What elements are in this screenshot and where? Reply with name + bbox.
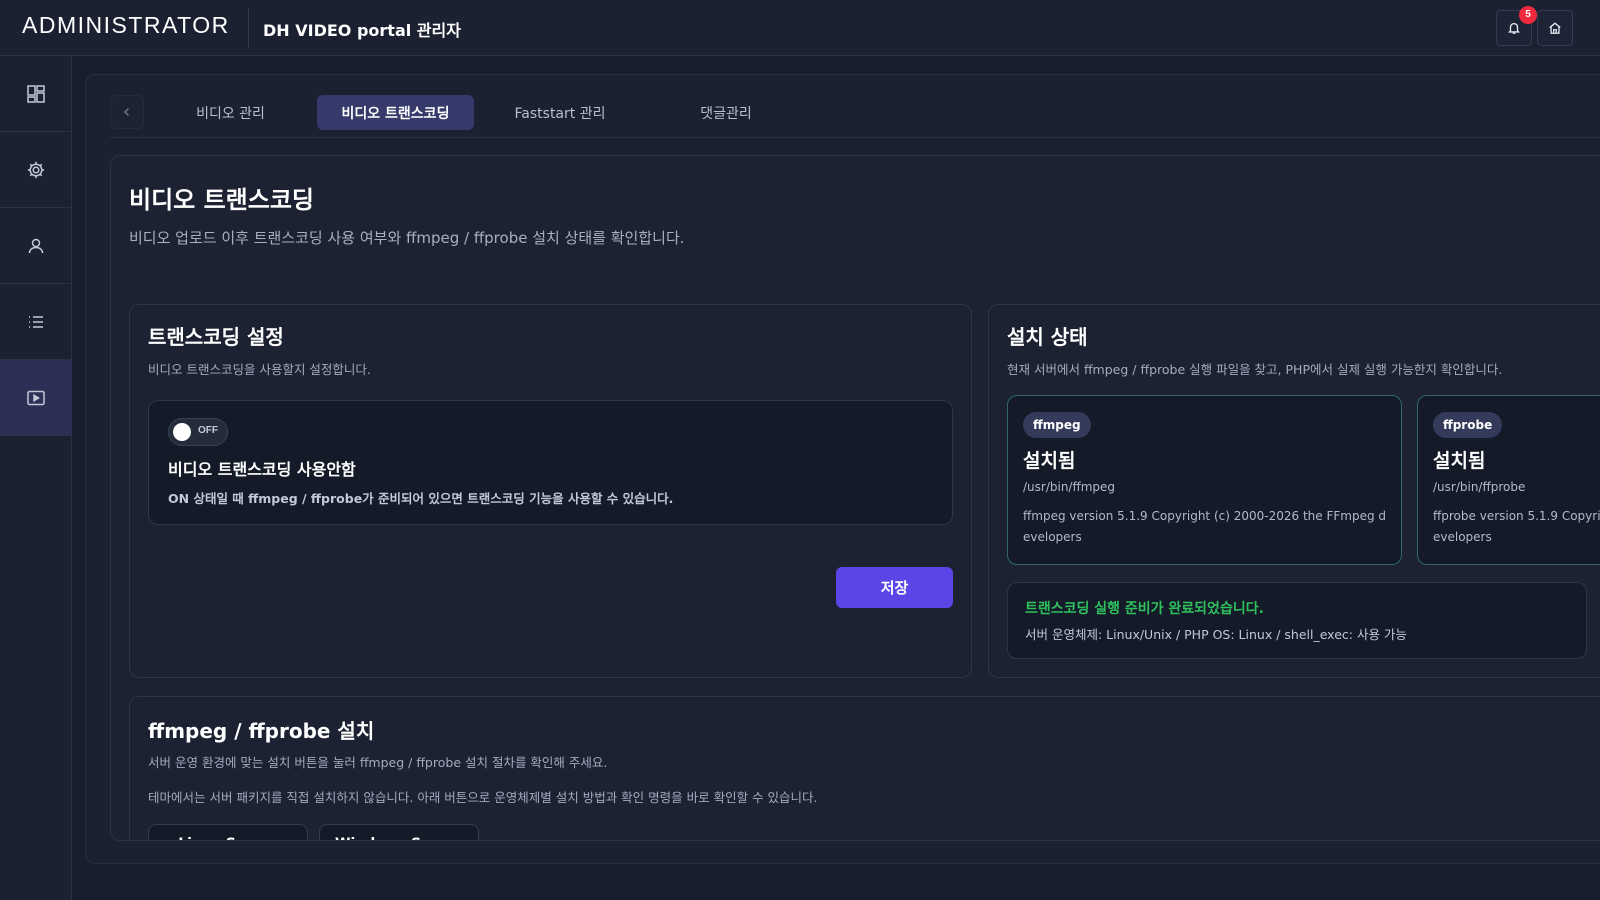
topbar-divider (248, 8, 249, 48)
ready-title: 트랜스코딩 실행 준비가 완료되었습니다. (1025, 601, 1264, 617)
settings-title: 트랜스코딩 설정 (148, 325, 284, 349)
status-title: 설치 상태 (1007, 325, 1088, 349)
toggle-description: ON 상태일 때 ffmpeg / ffprobe가 준비되어 있으면 트랜스코… (168, 491, 674, 506)
bell-icon (1508, 22, 1520, 34)
toggle-title: 비디오 트랜스코딩 사용안함 (168, 460, 356, 479)
page-description: 비디오 업로드 이후 트랜스코딩 사용 여부와 ffmpeg / ffprobe… (129, 229, 685, 247)
list-icon (29, 315, 43, 328)
windows-install-button[interactable]: Windows Server (319, 824, 479, 840)
install-note: 테마에서는 서버 패키지를 직접 설치하지 않습니다. 아래 버튼으로 운영체제… (148, 790, 818, 805)
tool-version: ffprobe version 5.1.9 Copyright (c) 2000… (1433, 509, 1600, 544)
tab-comments[interactable]: 댓글관리 (686, 95, 766, 130)
chevron-left-icon (123, 107, 130, 117)
ffprobe-status-card: ffprobe 설치됨 /usr/bin/ffprobe ffprobe ver… (1417, 395, 1600, 565)
install-description: 서버 운영 환경에 맞는 설치 버튼을 눌러 ffmpeg / ffprobe … (148, 755, 608, 770)
install-status-card: 설치 상태 현재 서버에서 ffmpeg / ffprobe 실행 파일을 찾고… (988, 304, 1600, 678)
status-subtitle: 현재 서버에서 ffmpeg / ffprobe 실행 파일을 찾고, PHP에… (1007, 362, 1503, 377)
sidebar-item-settings[interactable] (0, 132, 72, 208)
sidebar-item-list[interactable] (0, 284, 72, 360)
transcoding-settings-card: 트랜스코딩 설정 비디오 트랜스코딩을 사용할지 설정합니다. OFF 비디오 … (129, 304, 972, 678)
sidebar (0, 56, 72, 900)
toggle-box: OFF 비디오 트랜스코딩 사용안함 ON 상태일 때 ffmpeg / ffp… (148, 400, 953, 525)
tool-path: /usr/bin/ffmpeg (1023, 480, 1116, 494)
tool-pill: ffmpeg (1023, 412, 1091, 438)
gear-icon (27, 161, 45, 178)
save-button[interactable]: 저장 (836, 567, 953, 608)
ready-status-box: 트랜스코딩 실행 준비가 완료되었습니다. 서버 운영체제: Linux/Uni… (1007, 582, 1587, 659)
tool-state: 설치됨 (1023, 450, 1076, 472)
install-title: ffmpeg / ffprobe 설치 (148, 719, 375, 743)
content-box: 비디오 트랜스코딩 비디오 업로드 이후 트랜스코딩 사용 여부와 ffmpeg… (110, 155, 1600, 841)
toggle-state-label: OFF (198, 425, 218, 436)
home-button[interactable] (1537, 10, 1573, 46)
settings-subtitle: 비디오 트랜스코딩을 사용할지 설정합니다. (148, 362, 371, 377)
tab-divider (110, 137, 1600, 138)
install-card: ffmpeg / ffprobe 설치 서버 운영 환경에 맞는 설치 버튼을 … (129, 696, 1600, 840)
ready-description: 서버 운영체제: Linux/Unix / PHP OS: Linux / sh… (1025, 627, 1407, 642)
video-icon (27, 390, 45, 405)
sidebar-item-video[interactable] (0, 360, 72, 436)
sidebar-item-dashboard[interactable] (0, 56, 72, 132)
tool-version: ffmpeg version 5.1.9 Copyright (c) 2000-… (1023, 509, 1386, 544)
tool-state: 설치됨 (1433, 450, 1486, 472)
tab-video-manage[interactable]: 비디오 관리 (178, 95, 283, 130)
portal-title: DH VIDEO portal 관리자 (263, 21, 461, 40)
toggle-knob (173, 423, 191, 441)
tool-path: /usr/bin/ffprobe (1433, 480, 1526, 494)
page-title: 비디오 트랜스코딩 (129, 186, 314, 214)
home-icon (1549, 22, 1561, 34)
tab-faststart[interactable]: Faststart 관리 (504, 95, 616, 130)
back-button[interactable] (110, 95, 144, 129)
main-panel: 비디오 관리 비디오 트랜스코딩 Faststart 관리 댓글관리 비디오 트… (85, 74, 1600, 864)
tool-pill: ffprobe (1433, 412, 1503, 438)
user-icon (28, 238, 44, 253)
tab-video-transcoding[interactable]: 비디오 트랜스코딩 (317, 95, 474, 130)
dashboard-icon (27, 84, 45, 103)
linux-install-button[interactable]: Linux Server (148, 824, 308, 840)
top-bar: ADMINISTRATOR DH VIDEO portal 관리자 5 (0, 0, 1600, 56)
sidebar-item-users[interactable] (0, 208, 72, 284)
notification-badge: 5 (1519, 6, 1537, 24)
ffmpeg-status-card: ffmpeg 설치됨 /usr/bin/ffmpeg ffmpeg versio… (1007, 395, 1402, 565)
brand-logo[interactable]: ADMINISTRATOR (22, 12, 230, 39)
transcoding-toggle[interactable]: OFF (168, 418, 228, 446)
